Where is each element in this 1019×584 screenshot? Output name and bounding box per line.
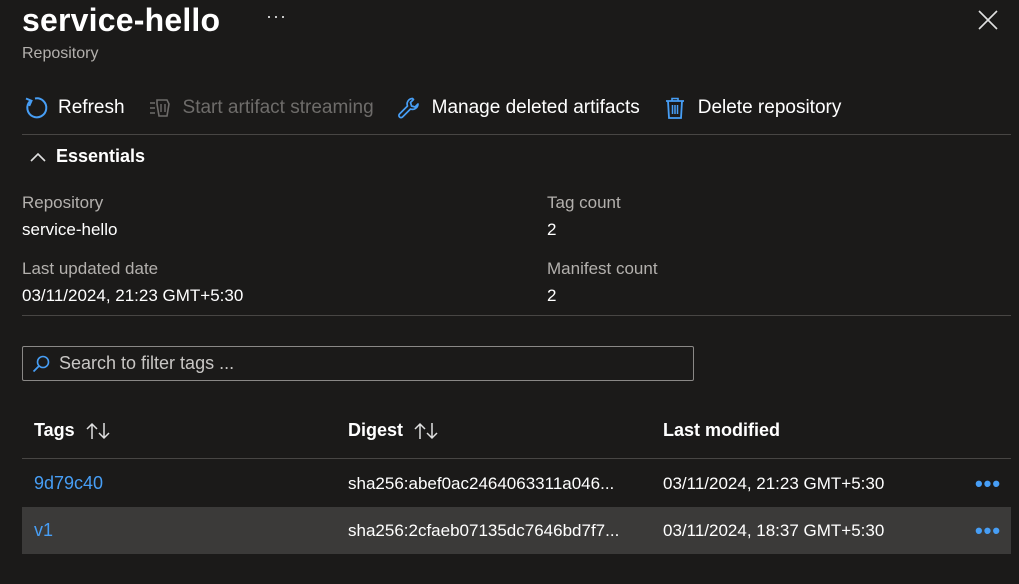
delete-repository-label: Delete repository bbox=[697, 97, 842, 118]
column-header-last-modified[interactable]: Last modified bbox=[663, 420, 780, 441]
tags-header-label: Tags bbox=[34, 420, 75, 440]
tag-count-label: Tag count bbox=[547, 193, 621, 212]
manifest-count-label: Manifest count bbox=[547, 259, 658, 278]
delete-repository-button[interactable]: Delete repository bbox=[662, 95, 842, 121]
search-box[interactable] bbox=[22, 346, 694, 381]
essentials-label: Essentials bbox=[56, 146, 146, 166]
search-input[interactable] bbox=[59, 353, 659, 374]
start-artifact-streaming-button[interactable]: Start artifact streaming bbox=[147, 95, 374, 121]
sort-icon[interactable] bbox=[413, 421, 439, 441]
more-options-button[interactable]: ··· bbox=[266, 6, 287, 27]
digest-header-label: Digest bbox=[348, 420, 404, 440]
page-subtitle: Repository bbox=[22, 45, 99, 62]
table-row[interactable]: v1 sha256:2cfaeb07135dc7646bd7f7... 03/1… bbox=[22, 507, 1011, 554]
digest-cell: sha256:abef0ac2464063311a046... bbox=[348, 460, 652, 507]
manage-deleted-artifacts-button[interactable]: Manage deleted artifacts bbox=[396, 95, 640, 121]
column-header-digest[interactable]: Digest bbox=[348, 420, 439, 441]
refresh-button[interactable]: Refresh bbox=[22, 95, 125, 121]
manage-deleted-artifacts-label: Manage deleted artifacts bbox=[431, 97, 640, 118]
row-more-button[interactable]: ••• bbox=[970, 507, 1006, 554]
essentials-divider bbox=[22, 315, 1011, 316]
search-icon bbox=[31, 354, 51, 374]
digest-cell: sha256:2cfaeb07135dc7646bd7f7... bbox=[348, 507, 652, 554]
page-title: service-hello bbox=[22, 2, 221, 38]
table-header-divider bbox=[22, 458, 1011, 459]
refresh-label: Refresh bbox=[58, 97, 125, 118]
close-button[interactable] bbox=[976, 8, 1000, 32]
trash-icon bbox=[662, 95, 688, 121]
streaming-icon bbox=[147, 95, 173, 121]
last-updated-value: 03/11/2024, 21:23 GMT+5:30 bbox=[22, 286, 244, 305]
chevron-up-icon bbox=[30, 152, 46, 162]
toolbar-divider bbox=[22, 134, 1011, 135]
repository-label: Repository bbox=[22, 193, 104, 212]
last-modified-header-label: Last modified bbox=[663, 420, 781, 440]
table-row[interactable]: 9d79c40 sha256:abef0ac2464063311a046... … bbox=[22, 460, 1011, 507]
command-bar: Refresh Start artifact streaming Manage … bbox=[22, 90, 863, 126]
close-icon bbox=[978, 10, 998, 30]
repository-value: service-hello bbox=[22, 220, 118, 239]
last-updated-label: Last updated date bbox=[22, 259, 159, 278]
tag-count-value: 2 bbox=[547, 220, 557, 239]
last-modified-cell: 03/11/2024, 18:37 GMT+5:30 bbox=[663, 520, 885, 540]
row-more-button[interactable]: ••• bbox=[970, 460, 1006, 507]
tag-link[interactable]: 9d79c40 bbox=[34, 460, 103, 507]
wrench-icon bbox=[396, 95, 422, 121]
last-modified-cell: 03/11/2024, 21:23 GMT+5:30 bbox=[663, 473, 885, 493]
sort-icon[interactable] bbox=[85, 421, 111, 441]
digest-value: sha256:2cfaeb07135dc7646bd7f7... bbox=[348, 520, 620, 540]
manifest-count-value: 2 bbox=[547, 286, 557, 305]
digest-value: sha256:abef0ac2464063311a046... bbox=[348, 473, 615, 493]
column-header-tags[interactable]: Tags bbox=[34, 420, 111, 441]
start-artifact-streaming-label: Start artifact streaming bbox=[182, 97, 374, 118]
essentials-toggle[interactable]: Essentials bbox=[30, 146, 145, 167]
tag-link[interactable]: v1 bbox=[34, 507, 53, 554]
refresh-icon bbox=[22, 95, 48, 121]
